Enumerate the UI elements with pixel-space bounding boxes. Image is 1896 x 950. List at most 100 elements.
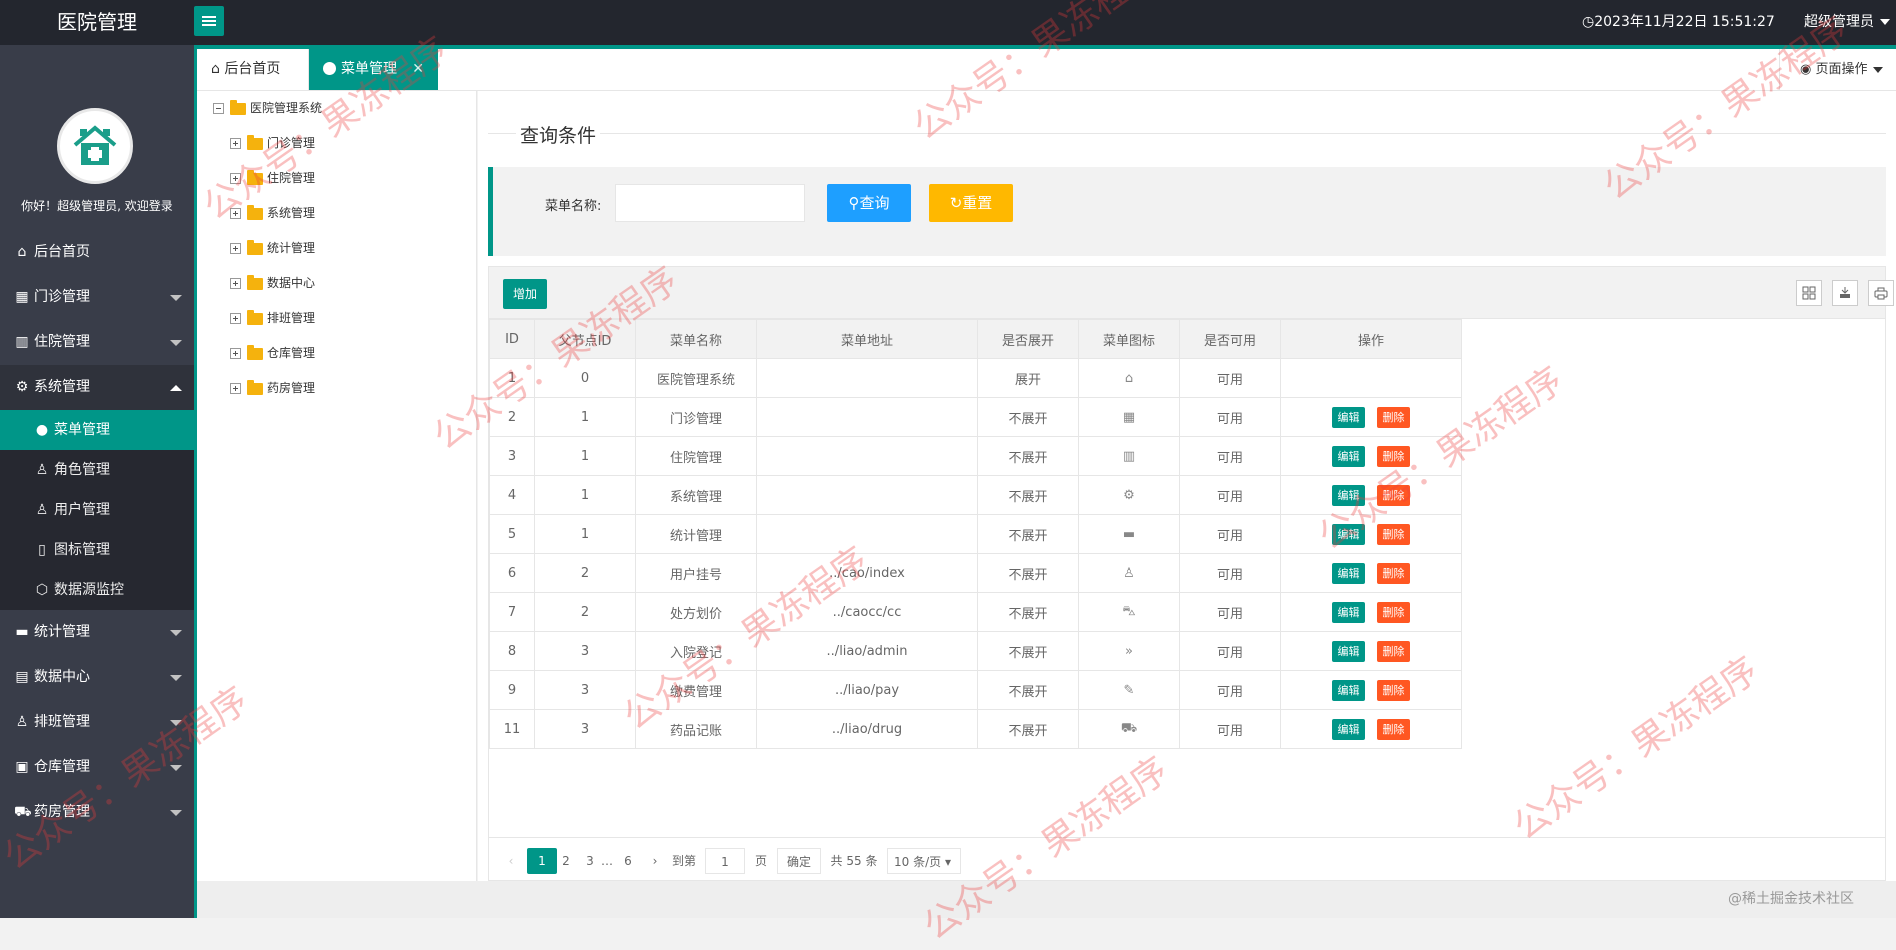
sidebar-item-scheduling[interactable]: ♙ 排班管理 bbox=[0, 700, 194, 745]
sidebar-item-statistics[interactable]: ▬ 统计管理 bbox=[0, 610, 194, 655]
expand-icon[interactable] bbox=[230, 383, 241, 394]
delete-button[interactable]: 删除 bbox=[1377, 640, 1410, 662]
column-header[interactable]: 操作 bbox=[1280, 319, 1462, 359]
tab-menu-management[interactable]: 菜单管理 ✕ bbox=[309, 49, 438, 90]
column-header[interactable]: 菜单地址 bbox=[756, 319, 978, 359]
tree-node[interactable]: 系统管理 bbox=[230, 202, 315, 224]
tree-node[interactable]: 药房管理 bbox=[230, 377, 315, 399]
sidebar-submenu-system: ● 菜单管理 ♙ 角色管理 ♙ 用户管理 ▯ 图标管理 ⬡ 数据源监控 bbox=[0, 410, 194, 610]
tree-node[interactable]: 门诊管理 bbox=[230, 132, 315, 154]
tab-home[interactable]: ⌂ 后台首页 bbox=[197, 49, 309, 90]
page-6-button[interactable]: 6 bbox=[615, 848, 641, 874]
expand-icon[interactable] bbox=[230, 173, 241, 184]
query-legend: 查询条件 bbox=[516, 121, 601, 148]
search-button[interactable]: ⚲查询 bbox=[827, 184, 911, 222]
cell-enabled: 可用 bbox=[1179, 670, 1281, 710]
delete-button[interactable]: 删除 bbox=[1377, 523, 1410, 545]
sidebar-item-datasource-monitor[interactable]: ⬡ 数据源监控 bbox=[0, 570, 194, 610]
edit-button[interactable]: 编辑 bbox=[1332, 679, 1365, 701]
sidebar-item-pharmacy[interactable]: ⛟ 药房管理 bbox=[0, 790, 194, 835]
column-header[interactable]: 菜单名称 bbox=[635, 319, 757, 359]
target-icon: ◉ bbox=[1800, 62, 1816, 77]
sidebar-item-role-management[interactable]: ♙ 角色管理 bbox=[0, 450, 194, 490]
delete-button[interactable]: 删除 bbox=[1377, 562, 1410, 584]
sidebar-item-inpatient[interactable]: ▥ 住院管理 bbox=[0, 320, 194, 365]
user-menu[interactable]: 超级管理员 bbox=[1804, 0, 1890, 45]
hamburger-icon bbox=[202, 20, 216, 22]
tree-node-root[interactable]: 医院管理系统 bbox=[213, 97, 322, 119]
sidebar-item-outpatient[interactable]: ▦ 门诊管理 bbox=[0, 275, 194, 320]
edit-button[interactable]: 编辑 bbox=[1332, 718, 1365, 740]
expand-icon[interactable] bbox=[230, 208, 241, 219]
delete-button[interactable]: 删除 bbox=[1377, 445, 1410, 467]
next-page-icon[interactable]: › bbox=[645, 848, 665, 874]
search-icon: ⚲ bbox=[848, 194, 860, 212]
expand-icon[interactable] bbox=[230, 138, 241, 149]
column-header[interactable]: 是否展开 bbox=[977, 319, 1079, 359]
collapse-icon[interactable] bbox=[213, 103, 224, 114]
column-header[interactable]: 菜单图标 bbox=[1078, 319, 1180, 359]
menu-toggle-button[interactable] bbox=[194, 6, 224, 36]
tree-node[interactable]: 住院管理 bbox=[230, 167, 315, 189]
delete-button[interactable]: 删除 bbox=[1377, 718, 1410, 740]
expand-icon[interactable] bbox=[230, 313, 241, 324]
edit-button[interactable]: 编辑 bbox=[1332, 484, 1365, 506]
close-icon[interactable]: ✕ bbox=[412, 49, 424, 90]
goto-confirm-button[interactable]: 确定 bbox=[777, 848, 821, 874]
page-3-button[interactable]: 3 bbox=[581, 848, 599, 874]
sidebar-item-icon-management[interactable]: ▯ 图标管理 bbox=[0, 530, 194, 570]
sidebar-item-user-management[interactable]: ♙ 用户管理 bbox=[0, 490, 194, 530]
column-header[interactable]: ID bbox=[489, 319, 535, 359]
cell-enabled: 可用 bbox=[1179, 553, 1281, 593]
tree-node[interactable]: 仓库管理 bbox=[230, 342, 315, 364]
edit-button[interactable]: 编辑 bbox=[1332, 523, 1365, 545]
print-icon[interactable] bbox=[1868, 280, 1894, 306]
sidebar-item-data-center[interactable]: ▤ 数据中心 bbox=[0, 655, 194, 700]
cell-menu-url bbox=[756, 397, 978, 437]
sidebar-item-warehouse[interactable]: ▣ 仓库管理 bbox=[0, 745, 194, 790]
cell-menu-name: 医院管理系统 bbox=[635, 358, 757, 398]
reset-button[interactable]: ↻重置 bbox=[929, 184, 1013, 222]
cell-menu-name: 门诊管理 bbox=[635, 397, 757, 437]
delete-button[interactable]: 删除 bbox=[1377, 601, 1410, 623]
chevron-up-icon bbox=[170, 385, 182, 391]
column-header[interactable]: 是否可用 bbox=[1179, 319, 1281, 359]
sidebar-item-home[interactable]: ⌂ 后台首页 bbox=[0, 230, 194, 275]
sidebar-item-menu-management[interactable]: ● 菜单管理 bbox=[0, 410, 194, 450]
edit-button[interactable]: 编辑 bbox=[1332, 406, 1365, 428]
add-button[interactable]: 增加 bbox=[503, 279, 547, 309]
columns-filter-icon[interactable] bbox=[1796, 280, 1822, 306]
edit-button[interactable]: 编辑 bbox=[1332, 562, 1365, 584]
cell-parent-id: 2 bbox=[534, 592, 636, 632]
page-2-button[interactable]: 2 bbox=[553, 848, 579, 874]
delete-button[interactable]: 删除 bbox=[1377, 679, 1410, 701]
delete-button[interactable]: 删除 bbox=[1377, 406, 1410, 428]
edit-button[interactable]: 编辑 bbox=[1332, 445, 1365, 467]
page-operations-menu[interactable]: ◉ 页面操作 bbox=[1779, 49, 1896, 90]
building-icon: ▥ bbox=[1122, 448, 1136, 464]
menu-name-input[interactable] bbox=[615, 184, 805, 222]
sidebar-item-system[interactable]: ⚙ 系统管理 bbox=[0, 365, 194, 410]
expand-icon[interactable] bbox=[230, 278, 241, 289]
cell-menu-url: ../caocc/cc bbox=[756, 592, 978, 632]
edit-button[interactable]: 编辑 bbox=[1332, 601, 1365, 623]
folder-icon bbox=[247, 274, 263, 290]
delete-button[interactable]: 删除 bbox=[1377, 484, 1410, 506]
per-page-select[interactable]: 10 条/页 ▾ bbox=[887, 848, 961, 874]
expand-icon[interactable] bbox=[230, 348, 241, 359]
edit-button[interactable]: 编辑 bbox=[1332, 640, 1365, 662]
export-icon[interactable] bbox=[1832, 280, 1858, 306]
cell-menu-name: 药品记账 bbox=[635, 709, 757, 749]
column-header[interactable]: 父节点ID bbox=[534, 319, 636, 359]
cell-icon: ▥ bbox=[1078, 436, 1180, 476]
cell-icon: ▦ bbox=[1078, 397, 1180, 437]
tree-node[interactable]: 排班管理 bbox=[230, 307, 315, 329]
cell-expand: 不展开 bbox=[977, 709, 1079, 749]
goto-page-input[interactable]: 1 bbox=[705, 848, 745, 874]
tree-node[interactable]: 统计管理 bbox=[230, 237, 315, 259]
tree-node[interactable]: 数据中心 bbox=[230, 272, 315, 294]
expand-icon[interactable] bbox=[230, 243, 241, 254]
cell-actions: 编辑 删除 bbox=[1280, 553, 1462, 593]
prev-page-icon[interactable]: ‹ bbox=[501, 848, 521, 874]
cell-menu-name: 统计管理 bbox=[635, 514, 757, 554]
